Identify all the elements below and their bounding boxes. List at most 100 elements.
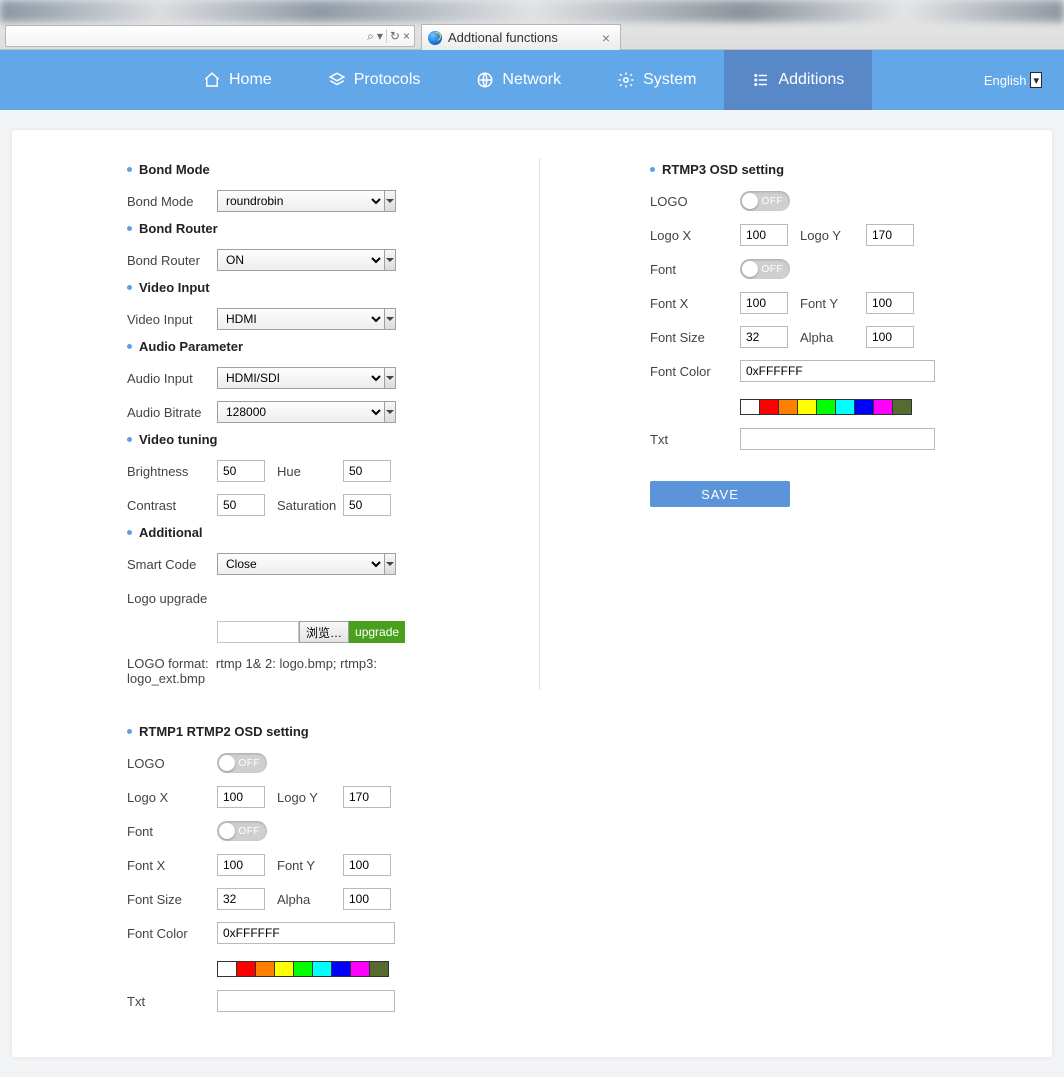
layers-icon — [328, 71, 346, 89]
rtmp12-fontcolor-input[interactable] — [217, 922, 395, 944]
section-rtmp12-osd: RTMP1 RTMP2 OSD setting — [127, 724, 532, 739]
color-swatch[interactable] — [797, 399, 817, 415]
browse-button[interactable]: 浏览… — [299, 621, 349, 643]
label-bond-router: Bond Router — [127, 253, 217, 268]
color-swatch[interactable] — [255, 961, 275, 977]
color-swatch[interactable] — [293, 961, 313, 977]
contrast-input[interactable] — [217, 494, 265, 516]
label-logo: LOGO — [650, 194, 740, 209]
logo-format-label: LOGO format: — [127, 656, 209, 671]
label-audio-input: Audio Input — [127, 371, 217, 386]
color-swatch[interactable] — [217, 961, 237, 977]
upgrade-button[interactable]: upgrade — [349, 621, 405, 643]
nav-additions-label: Additions — [778, 71, 844, 89]
file-path-display — [217, 621, 299, 643]
rtmp12-font-toggle[interactable]: OFF — [217, 821, 267, 841]
select-arrow-icon[interactable] — [384, 308, 396, 330]
rtmp12-fontx-input[interactable] — [217, 854, 265, 876]
audio-bitrate-select[interactable]: 128000 — [217, 401, 385, 423]
nav-home[interactable]: Home — [175, 50, 300, 110]
nav-additions[interactable]: Additions — [724, 50, 872, 110]
hue-input[interactable] — [343, 460, 391, 482]
select-arrow-icon[interactable] — [384, 190, 396, 212]
color-swatch[interactable] — [854, 399, 874, 415]
close-tab-icon[interactable]: × — [602, 30, 610, 46]
rtmp3-fontcolor-input[interactable] — [740, 360, 935, 382]
color-swatch[interactable] — [892, 399, 912, 415]
language-selector[interactable]: English ▾ — [984, 50, 1064, 110]
rtmp3-fontsize-input[interactable] — [740, 326, 788, 348]
color-swatch[interactable] — [274, 961, 294, 977]
rtmp3-txt-input[interactable] — [740, 428, 935, 450]
chevron-down-icon[interactable]: ▾ — [1030, 72, 1042, 88]
color-swatch[interactable] — [835, 399, 855, 415]
save-button[interactable]: SAVE — [650, 481, 790, 507]
section-bond-router: Bond Router — [127, 221, 429, 236]
label-logox: Logo X — [127, 790, 217, 805]
nav-system-label: System — [643, 71, 696, 89]
rtmp3-logoy-input[interactable] — [866, 224, 914, 246]
video-input-select[interactable]: HDMI — [217, 308, 385, 330]
label-video-input: Video Input — [127, 312, 217, 327]
label-logoy: Logo Y — [800, 228, 866, 243]
color-swatch[interactable] — [816, 399, 836, 415]
select-arrow-icon[interactable] — [384, 401, 396, 423]
audio-input-select[interactable]: HDMI/SDI — [217, 367, 385, 389]
left-column: Bond Mode Bond Mode roundrobin Bond Rout… — [12, 158, 539, 690]
rtmp12-fontsize-input[interactable] — [217, 888, 265, 910]
globe-icon — [476, 71, 494, 89]
address-bar[interactable]: ⌕ ▾ ↻ × — [5, 25, 415, 47]
nav-system[interactable]: System — [589, 50, 724, 110]
rtmp12-osd-block: RTMP1 RTMP2 OSD setting LOGO OFF Logo X … — [12, 690, 532, 1015]
rtmp12-txt-input[interactable] — [217, 990, 395, 1012]
top-nav: Home Protocols Network System Additions … — [0, 50, 1064, 110]
color-swatch[interactable] — [740, 399, 760, 415]
bond-router-select[interactable]: ON — [217, 249, 385, 271]
stop-icon[interactable]: × — [403, 30, 410, 42]
rtmp12-logo-toggle[interactable]: OFF — [217, 753, 267, 773]
rtmp3-font-toggle[interactable]: OFF — [740, 259, 790, 279]
brightness-input[interactable] — [217, 460, 265, 482]
select-arrow-icon[interactable] — [384, 249, 396, 271]
section-audio-parameter: Audio Parameter — [127, 339, 429, 354]
color-swatch[interactable] — [369, 961, 389, 977]
nav-protocols[interactable]: Protocols — [300, 50, 449, 110]
smart-code-select[interactable]: Close — [217, 553, 385, 575]
label-font: Font — [127, 824, 217, 839]
color-swatch[interactable] — [873, 399, 893, 415]
color-swatch[interactable] — [312, 961, 332, 977]
rtmp3-fontx-input[interactable] — [740, 292, 788, 314]
select-arrow-icon[interactable] — [384, 553, 396, 575]
rtmp12-logoy-input[interactable] — [343, 786, 391, 808]
rtmp3-alpha-input[interactable] — [866, 326, 914, 348]
color-swatch[interactable] — [778, 399, 798, 415]
dropdown-icon[interactable]: ▾ — [377, 30, 383, 42]
label-txt: Txt — [127, 994, 217, 1009]
rtmp12-fonty-input[interactable] — [343, 854, 391, 876]
rtmp12-logox-input[interactable] — [217, 786, 265, 808]
rtmp3-logox-input[interactable] — [740, 224, 788, 246]
saturation-input[interactable] — [343, 494, 391, 516]
label-alpha: Alpha — [277, 892, 343, 907]
label-font: Font — [650, 262, 740, 277]
color-swatch[interactable] — [236, 961, 256, 977]
refresh-icon[interactable]: ↻ — [390, 30, 400, 42]
bond-mode-select[interactable]: roundrobin — [217, 190, 385, 212]
color-swatch[interactable] — [759, 399, 779, 415]
color-swatch[interactable] — [331, 961, 351, 977]
nav-network[interactable]: Network — [448, 50, 589, 110]
rtmp3-fonty-input[interactable] — [866, 292, 914, 314]
nav-network-label: Network — [502, 71, 561, 89]
browser-tab[interactable]: Addtional functions × — [421, 24, 621, 50]
section-bond-mode: Bond Mode — [127, 162, 429, 177]
language-label: English — [984, 73, 1027, 88]
color-swatch[interactable] — [350, 961, 370, 977]
rtmp3-logo-toggle[interactable]: OFF — [740, 191, 790, 211]
select-arrow-icon[interactable] — [384, 367, 396, 389]
label-fontx: Font X — [650, 296, 740, 311]
rtmp12-alpha-input[interactable] — [343, 888, 391, 910]
gear-icon — [617, 71, 635, 89]
section-video-input: Video Input — [127, 280, 429, 295]
search-icon[interactable]: ⌕ — [367, 30, 374, 42]
rtmp12-color-swatches — [217, 961, 388, 977]
